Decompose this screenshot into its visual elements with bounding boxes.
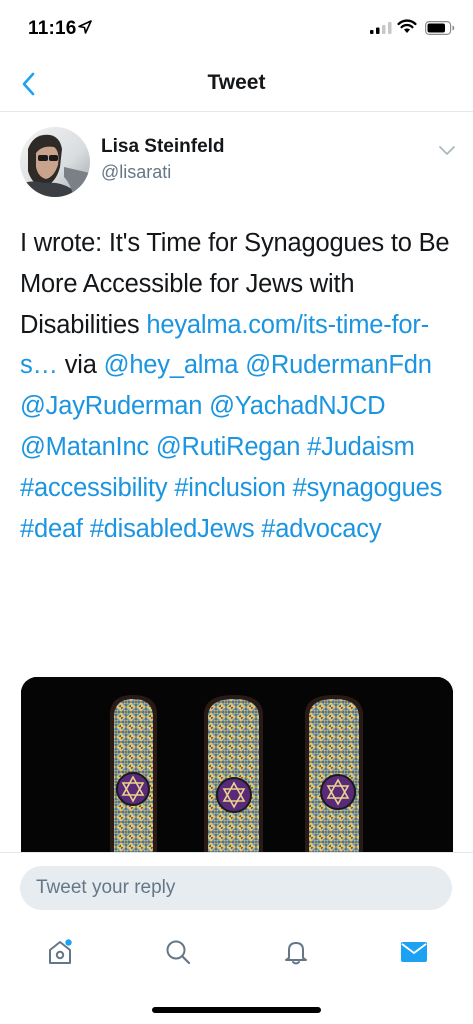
mention-link[interactable]: @hey_alma [104, 351, 239, 379]
author-handle[interactable]: @lisarati [101, 162, 171, 183]
home-indicator [152, 1007, 321, 1013]
status-time: 11:16 [28, 18, 77, 39]
reply-input[interactable] [20, 866, 452, 910]
signal-icon [370, 22, 392, 34]
reply-bar [0, 852, 473, 1024]
hashtag-link[interactable]: #accessibility [20, 474, 168, 502]
home-icon [49, 939, 72, 964]
location-arrow-icon [78, 20, 92, 34]
mention-link[interactable]: @MatanInc [20, 433, 149, 461]
hashtag-link[interactable]: #disabledJews [90, 515, 255, 543]
tweet-options-button[interactable] [432, 138, 462, 162]
hashtag-link[interactable]: #advocacy [261, 515, 381, 543]
page-title: Tweet [207, 71, 266, 94]
tweet-text: I wrote: It's Time for Synagogues to Be … [20, 223, 460, 549]
tab-notifications[interactable] [266, 929, 326, 975]
bell-icon [285, 942, 307, 965]
status-bar: 11:16 [0, 0, 473, 58]
mention-link[interactable]: @YachadNJCD [209, 392, 385, 420]
avatar[interactable] [20, 127, 90, 197]
mail-icon [401, 942, 427, 962]
mention-link[interactable]: @JayRuderman [20, 392, 202, 420]
mention-link[interactable]: @RudermanFdn [245, 351, 432, 379]
search-icon [166, 940, 191, 965]
hashtag-link[interactable]: #inclusion [174, 474, 286, 502]
chevron-down-icon [439, 145, 455, 155]
tweet-image[interactable] [21, 677, 453, 877]
tab-messages[interactable] [384, 929, 444, 975]
hashtag-link[interactable]: #deaf [20, 515, 83, 543]
tab-search[interactable] [148, 929, 208, 975]
battery-icon [425, 21, 455, 35]
author-name[interactable]: Lisa Steinfeld [101, 136, 225, 158]
mention-link[interactable]: @RutiRegan [156, 433, 301, 461]
avatar-image [20, 127, 90, 197]
tab-bar [0, 929, 473, 979]
stained-glass-image [21, 677, 453, 877]
hashtag-link[interactable]: #Judaism [307, 433, 415, 461]
hashtag-link[interactable]: #synagogues [293, 474, 443, 502]
nav-bar: Tweet [0, 58, 473, 112]
tab-home[interactable] [30, 929, 90, 975]
wifi-icon [397, 19, 417, 33]
tweet-via-text: via [57, 351, 104, 380]
